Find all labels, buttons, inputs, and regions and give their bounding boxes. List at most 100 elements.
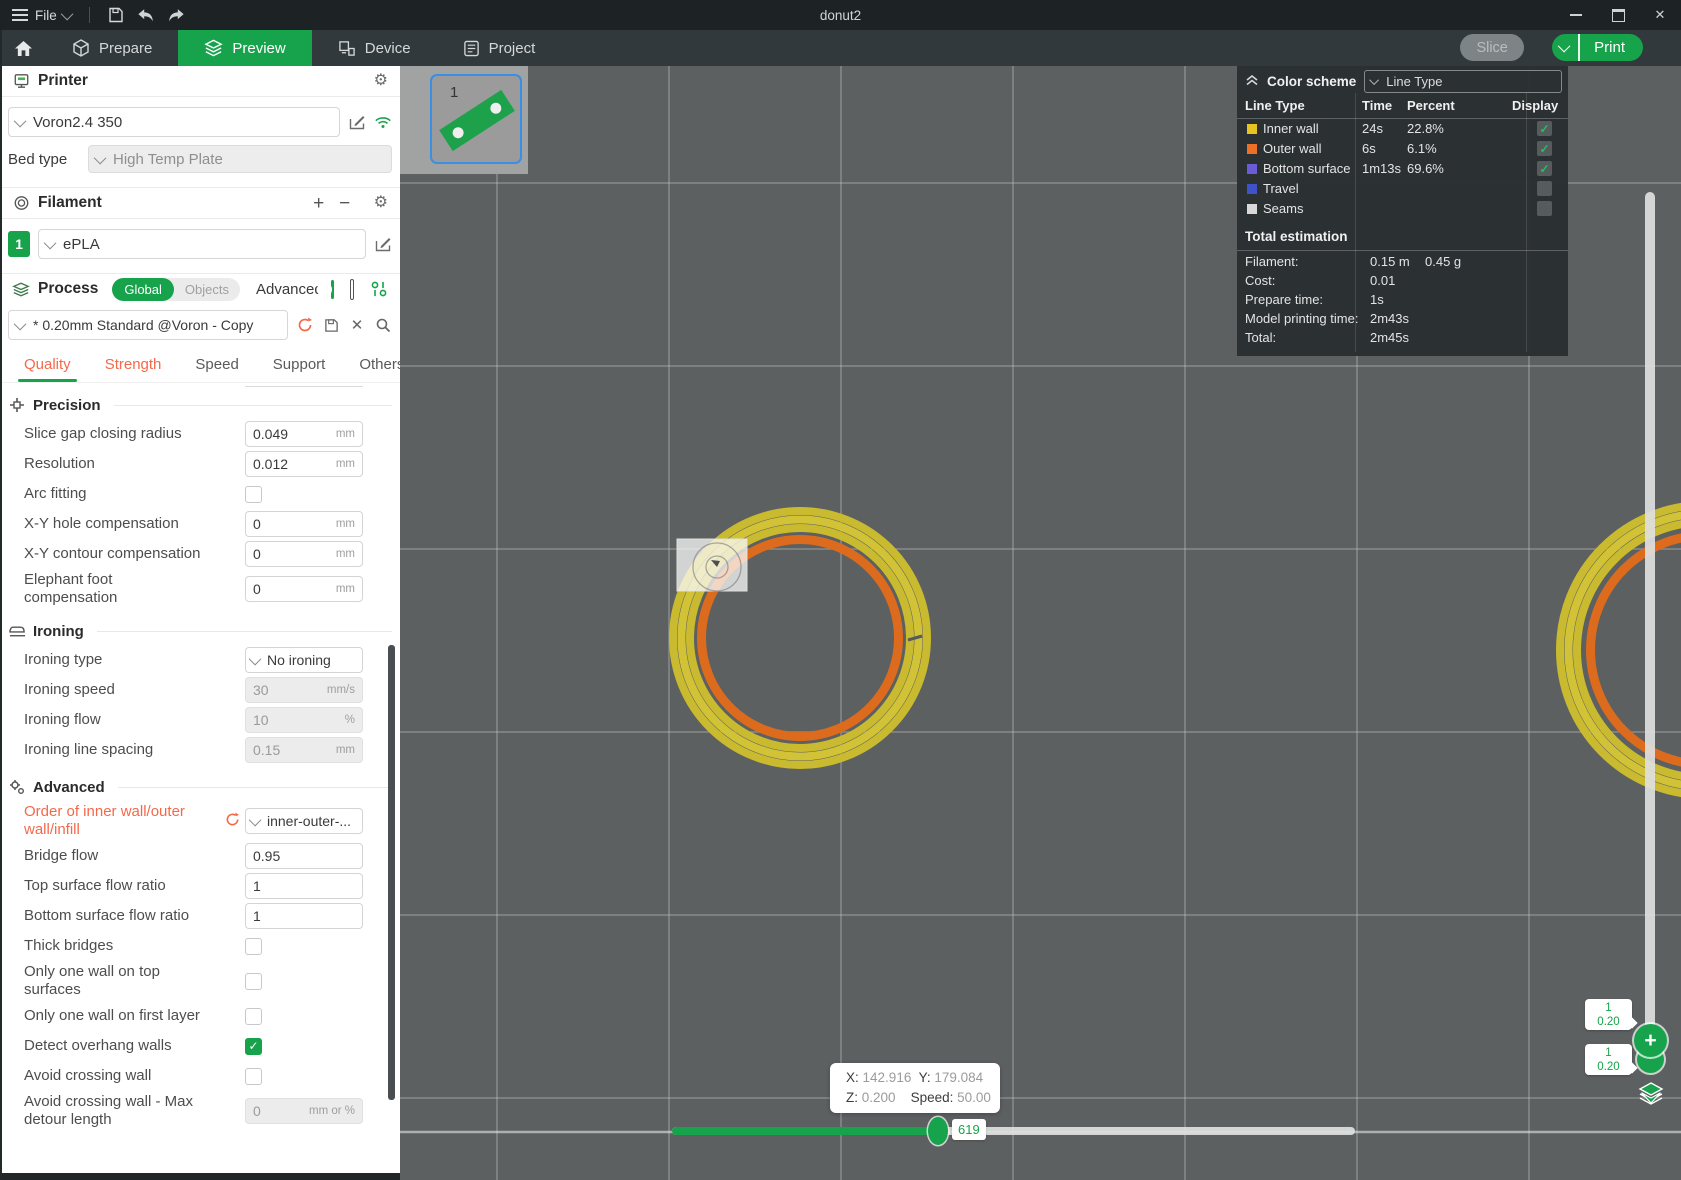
legend-swatch [1247,184,1257,194]
tab-device[interactable]: Device [312,30,437,66]
tab-project-label: Project [488,39,536,57]
profile-save-icon[interactable] [322,316,340,334]
scope-objects-button[interactable]: Objects [174,282,240,297]
param-settings-icon[interactable] [370,280,388,298]
remove-filament-button[interactable]: − [336,194,354,213]
profile-name: * 0.20mm Standard @Voron - Copy [33,317,254,333]
save-icon[interactable] [106,6,126,24]
checkbox-only-one-wall-on-first-layer[interactable] [245,1007,262,1025]
wifi-icon[interactable] [374,113,392,131]
setting-label: Avoid crossing wall [24,1067,152,1084]
checkbox-arc-fitting[interactable] [245,485,262,503]
tab-strength[interactable]: Strength [99,356,168,382]
input-slice-gap-closing-radius[interactable]: 0.049 mm [245,421,363,447]
tab-quality[interactable]: Quality [18,356,77,382]
layers-icon[interactable] [1638,1081,1664,1107]
legend-display-checkbox[interactable] [1537,201,1552,216]
legend-display-checkbox[interactable]: ✓ [1537,121,1552,136]
tab-speed[interactable]: Speed [189,356,244,382]
checkbox-only-one-wall-on-top-surfaces[interactable] [245,972,262,990]
input-bottom-surface-flow-ratio[interactable]: 1 [245,903,363,929]
color-scheme-value: Line Type [1386,73,1443,89]
input-ironing-flow[interactable]: 10% [245,707,363,733]
select-ironing-type[interactable]: No ironing [245,647,363,673]
layer-slider-track[interactable] [1645,192,1655,1042]
filament-settings-gear-icon[interactable]: ⚙ [374,195,388,211]
total-label: Total: [1245,330,1277,345]
input-elephant-foot-compensation[interactable]: 0 mm [245,576,363,602]
process-profile-select[interactable]: * 0.20mm Standard @Voron - Copy [8,310,288,340]
select-order-of-inner-wall-outer-wall-infill[interactable]: inner-outer-... [245,808,363,834]
maximize-button[interactable] [1597,0,1639,30]
filament-select[interactable]: ePLA [38,229,366,259]
collapse-panel-icon[interactable] [1245,74,1259,89]
settings-scrollbar[interactable] [388,645,395,1100]
input-value: 10 [253,712,269,728]
param-list-icon[interactable] [350,278,354,300]
redo-icon[interactable] [166,6,186,24]
setting-label: Elephant foot compensation [24,571,118,606]
undo-icon[interactable] [136,6,156,24]
printer-select[interactable]: Voron2.4 350 [8,107,340,137]
filament-edit-icon[interactable] [374,235,392,253]
bed-type-select[interactable]: High Temp Plate [88,145,392,173]
setting-label: Thick bridges [24,937,114,954]
total-label: Cost: [1245,273,1276,288]
tab-device-label: Device [364,39,411,57]
tab-others[interactable]: Others [353,356,400,382]
plate-number: 1 [450,84,459,101]
input-value: 1 [253,908,261,924]
setting-row-ironing-line-spacing: Ironing line spacing 0.15 mm [0,735,400,765]
layer-slider-add-handle[interactable]: + [1634,1024,1667,1057]
tab-support[interactable]: Support [267,356,332,382]
checkbox-detect-overhang-walls[interactable]: ✓ [245,1037,262,1055]
tab-preview-label: Preview [232,39,286,57]
file-menu[interactable]: File [12,6,74,24]
profile-reset-icon[interactable] [296,316,314,334]
tab-preview[interactable]: Preview [178,30,312,66]
legend-row-travel: Travel [1237,179,1568,199]
x-value: 142.916 [862,1070,912,1085]
slice-button[interactable]: Slice [1460,34,1525,61]
print-options-caret-icon[interactable] [1552,34,1581,61]
input-value: 0 [253,516,261,532]
setting-row-x-y-hole-compensation: X-Y hole compensation 0 mm [0,509,400,539]
home-button[interactable] [0,30,46,66]
profile-delete-icon[interactable]: ✕ [348,316,366,334]
preview-3d-viewport[interactable]: 1 Color scheme Line Type Line Type Time … [400,66,1681,1180]
tab-prepare[interactable]: Prepare [46,30,178,66]
scope-global-button[interactable]: Global [112,277,174,301]
input-ironing-line-spacing[interactable]: 0.15 mm [245,737,363,763]
legend-percent: 69.6% [1407,161,1444,176]
input-avoid-crossing-wall-max-detour-length[interactable]: 0 mm or % [245,1098,363,1124]
input-bridge-flow[interactable]: 0.95 [245,843,363,869]
input-ironing-speed[interactable]: 30 mm/s [245,677,363,703]
setting-control [208,972,400,990]
input-resolution[interactable]: 0.012 mm [245,451,363,477]
filament-section-title: Filament [38,194,102,211]
color-scheme-select[interactable]: Line Type [1364,69,1562,93]
profile-search-icon[interactable] [374,316,392,334]
legend-display-checkbox[interactable]: ✓ [1537,141,1552,156]
move-slider-handle[interactable] [928,1117,948,1145]
checkbox-avoid-crossing-wall[interactable] [245,1067,262,1085]
advanced-toggle[interactable] [317,279,335,299]
add-filament-button[interactable]: + [310,194,328,213]
input-x-y-hole-compensation[interactable]: 0 mm [245,511,363,537]
checkbox-thick-bridges[interactable] [245,937,262,955]
select-value: No ironing [267,652,331,668]
legend-display-checkbox[interactable] [1537,181,1552,196]
legend-display-checkbox[interactable]: ✓ [1537,161,1552,176]
printer-edit-icon[interactable] [348,113,366,131]
plate-thumbnail[interactable]: 1 [430,74,522,164]
printer-settings-gear-icon[interactable]: ⚙ [374,73,388,89]
input-x-y-contour-compensation[interactable]: 0 mm [245,541,363,567]
tab-project[interactable]: Project [437,30,562,66]
close-button[interactable]: ✕ [1639,0,1681,30]
filament-section-header: Filament + − ⚙ [0,187,400,219]
reset-modified-icon[interactable] [225,811,240,831]
minimize-button[interactable] [1555,0,1597,30]
main-navbar: Prepare Preview Device Project Slice Pri… [0,30,1681,66]
print-button[interactable]: Print [1552,34,1643,61]
input-top-surface-flow-ratio[interactable]: 1 [245,873,363,899]
